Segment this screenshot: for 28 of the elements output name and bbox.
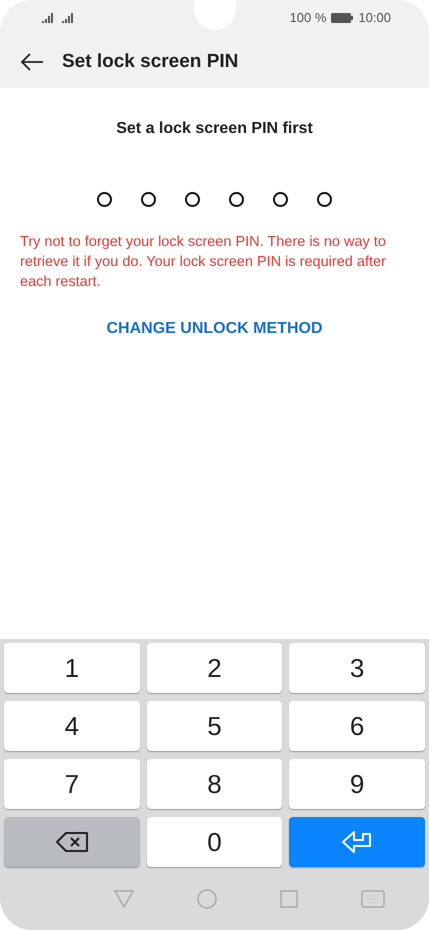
digit-key[interactable]: 4 <box>4 701 140 751</box>
digit-key[interactable]: 7 <box>4 759 140 809</box>
battery-percent: 100 % <box>290 10 326 25</box>
back-nav-icon[interactable] <box>114 890 134 908</box>
digit-key[interactable]: 0 <box>146 817 282 867</box>
battery-icon <box>331 12 354 22</box>
home-nav-icon[interactable] <box>197 889 217 909</box>
back-arrow-icon <box>20 52 44 72</box>
keyboard-icon[interactable] <box>361 890 385 908</box>
backspace-key[interactable] <box>4 817 140 867</box>
screen-title: Set lock screen PIN <box>62 50 238 72</box>
recents-nav-icon[interactable] <box>280 890 298 908</box>
digit-key[interactable]: 1 <box>4 643 140 693</box>
digit-key[interactable]: 6 <box>289 701 425 751</box>
warning-text: Try not to forget your lock screen PIN. There is no way to retrieve it if you do. Your lock screen PIN is required after each restart. <box>20 233 387 292</box>
signal-icon <box>42 12 55 22</box>
digit-key[interactable]: 8 <box>146 759 282 809</box>
enter-key[interactable] <box>289 817 425 867</box>
change-unlock-method-link[interactable]: CHANGE UNLOCK METHOD <box>106 320 322 338</box>
digit-key[interactable]: 3 <box>289 643 425 693</box>
digit-key[interactable]: 5 <box>146 701 282 751</box>
clock: 10:00 <box>358 10 391 25</box>
backspace-icon <box>54 831 89 853</box>
enter-icon <box>341 830 374 854</box>
digit-key[interactable]: 9 <box>289 759 425 809</box>
digit-key[interactable]: 2 <box>146 643 282 693</box>
pin-prompt: Set a lock screen PIN first <box>116 120 313 138</box>
signal-icon <box>62 12 75 22</box>
